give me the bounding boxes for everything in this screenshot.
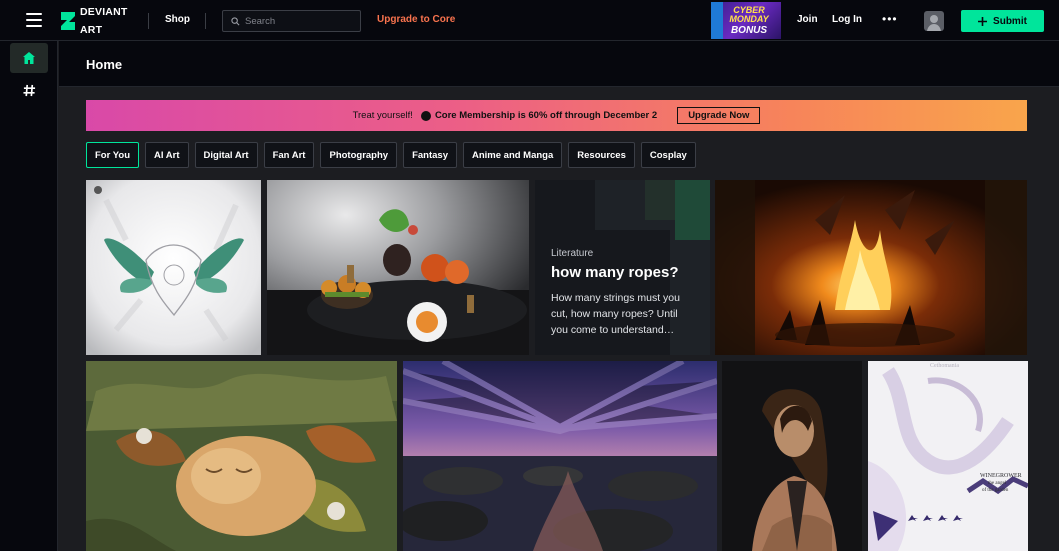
poster-line2: the angel — [988, 481, 1007, 486]
artwork-image — [868, 361, 1028, 551]
join-link[interactable]: Join — [797, 14, 818, 25]
deviation-thumbnail-bonfire[interactable] — [715, 180, 1027, 355]
divider — [205, 13, 206, 29]
promo-line3: BONUS — [730, 25, 768, 36]
artwork-image — [722, 361, 862, 551]
literature-card[interactable]: Literature how many ropes? How many stri… — [535, 180, 710, 355]
top-nav: DEVIANT ART Shop Upgrade to Core CYBER M… — [0, 0, 1059, 41]
cyber-monday-bonus-badge[interactable]: CYBER MONDAY BONUS — [711, 2, 781, 39]
deviantart-logo-icon — [61, 12, 75, 30]
rail-tags[interactable] — [10, 75, 48, 105]
deviation-thumbnail-food-miniatures[interactable] — [267, 180, 529, 355]
rail-home[interactable] — [10, 43, 48, 73]
artwork-image — [715, 180, 1027, 355]
artwork-image — [403, 361, 717, 551]
chip-digital-art[interactable]: Digital Art — [194, 142, 258, 168]
left-rail — [0, 41, 58, 551]
category-chips: For You AI Art Digital Art Fan Art Photo… — [86, 142, 696, 168]
chip-photography[interactable]: Photography — [320, 142, 398, 168]
core-badge-icon — [420, 110, 431, 121]
banner-offer-text: Core Membership is 60% off through Decem… — [434, 110, 658, 121]
submit-label: Submit — [993, 15, 1027, 27]
artwork-image — [86, 361, 397, 551]
poster-top-text: Cethomania — [930, 363, 959, 369]
chip-resources[interactable]: Resources — [568, 142, 635, 168]
chip-fan-art[interactable]: Fan Art — [263, 142, 315, 168]
home-icon — [23, 52, 35, 64]
shop-link[interactable]: Shop — [165, 14, 190, 25]
artwork-image — [86, 180, 261, 355]
deviation-thumbnail-sleeping-hamster[interactable] — [86, 361, 397, 551]
submit-button[interactable]: Submit — [961, 10, 1044, 32]
promo-banner: Treat yourself! Core Membership is 60% o… — [86, 100, 1027, 131]
upgrade-to-core-link[interactable]: Upgrade to Core — [377, 14, 455, 25]
page-title: Home — [86, 57, 123, 72]
avatar[interactable] — [924, 11, 944, 31]
search-icon — [231, 16, 240, 25]
promo-line2: MONDAY — [729, 14, 769, 24]
literature-category: Literature — [551, 248, 594, 259]
more-options-icon[interactable]: ••• — [882, 12, 898, 26]
user-avatar-icon — [927, 15, 941, 31]
page-header: Home — [59, 41, 1059, 87]
logo-text-line2: ART — [80, 23, 103, 36]
upgrade-now-button[interactable]: Upgrade Now — [677, 107, 761, 124]
search-box[interactable] — [222, 10, 361, 32]
hashtag-icon — [22, 84, 35, 96]
banner-treat-text: Treat yourself! — [352, 110, 413, 121]
search-input[interactable] — [245, 15, 345, 27]
divider — [148, 13, 149, 29]
logo-text-line1: DEVIANT — [80, 5, 128, 18]
chip-ai-art[interactable]: AI Art — [145, 142, 189, 168]
chip-fantasy[interactable]: Fantasy — [403, 142, 457, 168]
literature-excerpt: How many strings must you cut, how many … — [551, 292, 680, 336]
deviation-thumbnail-winegrower-poster[interactable]: Cethomania WINEGROWER the angel of the g… — [868, 361, 1028, 551]
deviation-thumbnail-wings[interactable] — [86, 180, 261, 355]
poster-title: WINEGROWER — [980, 473, 1022, 479]
login-link[interactable]: Log In — [832, 14, 862, 25]
hamburger-menu-icon[interactable] — [26, 13, 42, 27]
chip-anime-and-manga[interactable]: Anime and Manga — [462, 142, 563, 168]
deviation-thumbnail-portrait[interactable] — [722, 361, 862, 551]
deviantart-logo[interactable]: DEVIANT ART — [60, 5, 128, 36]
chip-cosplay[interactable]: Cosplay — [640, 142, 696, 168]
plus-icon — [978, 16, 988, 26]
literature-title: how many ropes? — [551, 264, 679, 281]
artwork-image — [267, 180, 529, 355]
chip-for-you[interactable]: For You — [86, 142, 140, 168]
deviation-thumbnail-seascape[interactable] — [403, 361, 717, 551]
poster-line3: of the garden — [982, 488, 1009, 493]
